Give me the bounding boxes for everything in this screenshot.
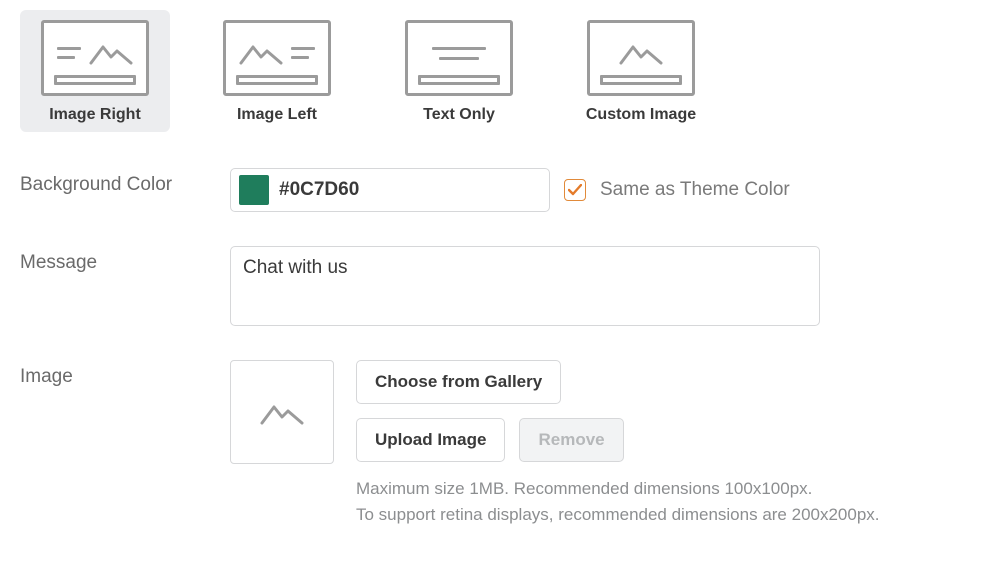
image-hint-line2: To support retina displays, recommended … [356, 502, 880, 528]
same-as-theme-checkbox[interactable]: Same as Theme Color [564, 179, 790, 201]
tile-label: Custom Image [586, 106, 696, 124]
layout-tile-image-left[interactable]: Image Left [202, 10, 352, 132]
tile-preview [587, 20, 695, 96]
row-background-color: Background Color Same as Theme Color [20, 168, 980, 212]
image-hint: Maximum size 1MB. Recommended dimensions… [356, 476, 880, 529]
layout-tile-row: Image Right Image Left Text O [20, 10, 980, 132]
tile-preview [223, 20, 331, 96]
label-image: Image [20, 360, 230, 388]
row-image: Image Choose from Gallery Upload Image R… [20, 360, 980, 529]
upload-image-button[interactable]: Upload Image [356, 418, 505, 462]
tile-label: Image Left [237, 106, 317, 124]
tile-label: Image Right [49, 106, 141, 124]
tile-preview [41, 20, 149, 96]
tile-preview [405, 20, 513, 96]
mountains-icon [239, 41, 283, 65]
choose-from-gallery-button[interactable]: Choose from Gallery [356, 360, 561, 404]
image-placeholder-icon [260, 399, 304, 425]
layout-tile-custom-image[interactable]: Custom Image [566, 10, 716, 132]
color-field[interactable] [230, 168, 550, 212]
color-input[interactable] [277, 169, 549, 211]
mountains-icon [617, 41, 665, 65]
mountains-icon [89, 41, 133, 65]
image-preview[interactable] [230, 360, 334, 464]
check-icon [568, 184, 582, 196]
layout-tile-image-right[interactable]: Image Right [20, 10, 170, 132]
label-message: Message [20, 246, 230, 274]
color-swatch[interactable] [239, 175, 269, 205]
layout-tile-text-only[interactable]: Text Only [384, 10, 534, 132]
message-textarea[interactable] [230, 246, 820, 326]
tile-label: Text Only [423, 106, 495, 124]
label-background-color: Background Color [20, 168, 230, 196]
row-message: Message [20, 246, 980, 326]
checkbox-label: Same as Theme Color [600, 179, 790, 201]
remove-image-button[interactable]: Remove [519, 418, 623, 462]
image-hint-line1: Maximum size 1MB. Recommended dimensions… [356, 476, 880, 502]
checkbox-box[interactable] [564, 179, 586, 201]
